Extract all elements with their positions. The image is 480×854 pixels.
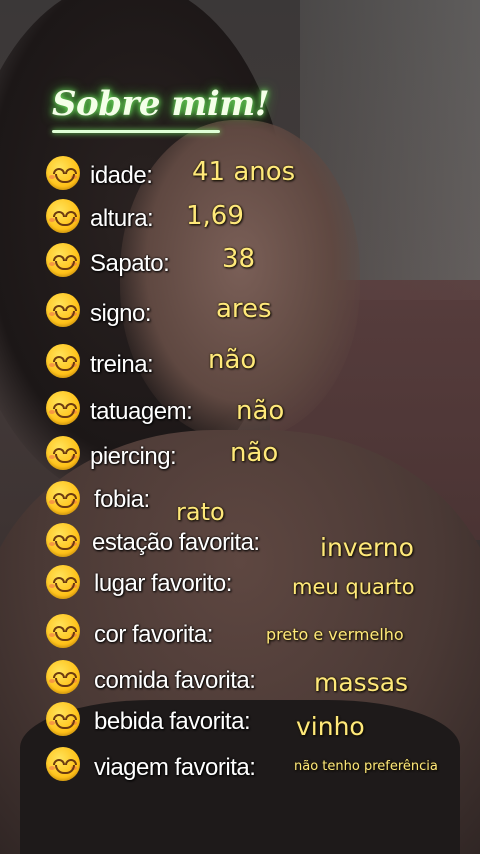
page-title: Sobre mim! bbox=[52, 84, 270, 124]
smiley-icon bbox=[46, 243, 80, 277]
smiley-icon bbox=[46, 565, 80, 599]
title-underline bbox=[52, 130, 220, 133]
row-label-viagem-favorita: viagem favorita: bbox=[94, 754, 256, 781]
row-label-piercing: piercing: bbox=[90, 443, 177, 470]
smiley-icon bbox=[46, 747, 80, 781]
row-value-signo: ares bbox=[216, 294, 272, 324]
row-label-lugar-favorito: lugar favorito: bbox=[94, 570, 232, 597]
smiley-icon bbox=[46, 293, 80, 327]
row-label-treina: treina: bbox=[90, 351, 154, 378]
row-value-piercing: não bbox=[230, 438, 279, 468]
row-value-cor-favorita: preto e vermelho bbox=[266, 625, 404, 644]
smiley-icon bbox=[46, 391, 80, 425]
smiley-icon bbox=[46, 702, 80, 736]
row-value-fobia: rato bbox=[176, 498, 225, 526]
row-label-comida-favorita: comida favorita: bbox=[94, 667, 256, 694]
smiley-icon bbox=[46, 523, 80, 557]
smiley-icon bbox=[46, 481, 80, 515]
row-value-altura: 1,69 bbox=[186, 201, 244, 231]
row-value-sapato: 38 bbox=[222, 244, 256, 274]
row-label-tatuagem: tatuagem: bbox=[90, 398, 193, 425]
row-value-viagem-favorita: não tenho preferência bbox=[294, 759, 438, 774]
row-label-altura: altura: bbox=[90, 205, 154, 232]
row-label-idade: idade: bbox=[90, 162, 153, 189]
row-value-estacao-favorita: inverno bbox=[320, 533, 414, 562]
row-value-bebida-favorita: vinho bbox=[296, 712, 365, 741]
row-label-bebida-favorita: bebida favorita: bbox=[94, 708, 251, 735]
row-label-sapato: Sapato: bbox=[90, 250, 170, 277]
row-value-tatuagem: não bbox=[236, 396, 285, 426]
row-value-treina: não bbox=[208, 345, 257, 375]
smiley-icon bbox=[46, 614, 80, 648]
row-label-cor-favorita: cor favorita: bbox=[94, 621, 213, 648]
row-label-estacao-favorita: estação favorita: bbox=[92, 529, 260, 556]
smiley-icon bbox=[46, 199, 80, 233]
smiley-icon bbox=[46, 436, 80, 470]
smiley-icon bbox=[46, 344, 80, 378]
smiley-icon bbox=[46, 156, 80, 190]
row-value-lugar-favorito: meu quarto bbox=[292, 575, 415, 599]
row-label-signo: signo: bbox=[90, 300, 152, 327]
smiley-icon bbox=[46, 660, 80, 694]
row-label-fobia: fobia: bbox=[94, 486, 150, 513]
row-value-comida-favorita: massas bbox=[314, 668, 409, 697]
about-me-card: Sobre mim! idade: 41 anos altura: 1,69 S… bbox=[0, 0, 480, 854]
row-value-idade: 41 anos bbox=[192, 157, 296, 187]
